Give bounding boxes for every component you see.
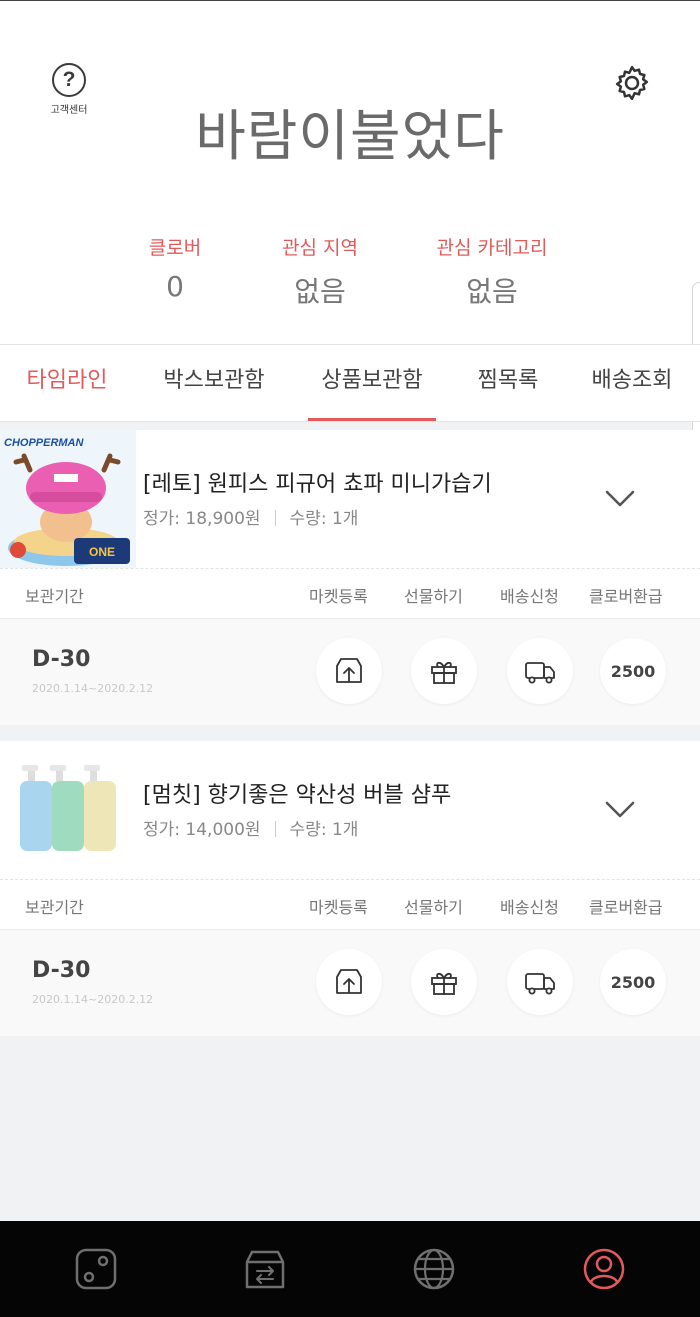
nav-box-exchange[interactable] [243,1247,287,1291]
gift-label: 선물하기 [404,898,463,917]
gift-icon [431,972,457,995]
product-quantity: 수량: 1개 [289,820,359,840]
clover-refund-label: 클로버환급 [589,898,663,917]
truck-icon [525,973,555,995]
interest-category-label: 관심 카테고리 [436,237,548,259]
interest-region-value: 없음 [294,275,346,308]
clover-label: 클로버 [148,237,202,259]
tab-delivery-tracking[interactable]: 배송조회 [582,345,682,422]
nav-globe[interactable] [412,1247,456,1291]
product-card[interactable]: [멈칫] 향기좋은 약산성 버블 샴푸 정가: 14,000원 수량: 1개 [0,741,700,879]
shipping-request-label: 배송신청 [500,898,559,917]
clover-stat: 클로버 0 [125,233,225,303]
tab-wishlist[interactable]: 찜목록 [466,345,550,422]
clover-value: 0 [166,270,184,303]
storage-period-label: 보관기간 [25,898,84,917]
profile-header: ? 고객센터 바람이불었다 클로버 0 관심 지역 없음 관심 카테고리 없음 [0,1,700,344]
meta-divider [274,510,276,526]
d-day-counter: D-30 [32,647,91,672]
storage-tabs: 타임라인 박스보관함 상품보관함 찜목록 배송조회 [0,344,700,422]
action-buttons-row: D-30 2020.1.14~2020.2.12 2500 [0,930,700,1036]
tab-product-storage[interactable]: 상품보관함 [308,345,436,422]
market-register-label: 마켓등록 [309,898,368,917]
product-name: [멈칫] 향기좋은 약산성 버블 샴푸 [143,783,452,808]
gift-button[interactable] [411,638,477,704]
product-thumbnail: ONE CHOPPERMAN [0,430,136,568]
refund-amount: 2500 [610,661,656,681]
product-card[interactable]: ONE CHOPPERMAN [레토] 원피스 피규어 쵸파 미니가습기 정가:… [0,430,700,568]
user-nickname-title: 바람이불었다 [195,104,505,168]
shop-upload-icon [336,658,362,683]
tab-timeline[interactable]: 타임라인 [14,345,120,422]
d-day-counter: D-30 [32,958,91,983]
interest-category-stat[interactable]: 관심 카테고리 없음 [420,233,564,310]
profile-icon [583,1248,625,1290]
chevron-down-icon[interactable] [602,480,638,516]
bottom-navigation [0,1221,700,1317]
box-exchange-icon [245,1250,285,1289]
product-price: 정가: 14,000원 [143,820,261,840]
product-meta: 정가: 18,900원 수량: 1개 [143,504,358,529]
interest-category-value: 없음 [466,275,518,308]
dice-icon [75,1248,117,1290]
nav-dice[interactable] [74,1247,118,1291]
product-thumbnail [0,741,136,879]
interest-region-stat[interactable]: 관심 지역 없음 [260,233,380,310]
clover-refund-label: 클로버환급 [589,587,663,606]
refund-amount: 2500 [610,972,656,992]
clover-refund-button[interactable]: 2500 [600,949,666,1015]
chevron-down-icon[interactable] [602,791,638,827]
product-quantity: 수량: 1개 [289,509,359,529]
shop-upload-icon [336,969,362,994]
gift-label: 선물하기 [404,587,463,606]
active-tab-indicator [308,418,436,421]
gift-button[interactable] [411,949,477,1015]
shipping-request-button[interactable] [507,638,573,704]
shipping-request-button[interactable] [507,949,573,1015]
meta-divider [274,821,276,837]
product-price: 정가: 18,900원 [143,509,261,529]
svg-text:ONE: ONE [89,545,115,559]
truck-icon [525,662,555,684]
action-labels-row: 보관기간 마켓등록 선물하기 배송신청 클로버환급 [0,568,700,619]
market-register-button[interactable] [316,949,382,1015]
interest-region-label: 관심 지역 [282,237,358,259]
storage-period-dates: 2020.1.14~2020.2.12 [32,993,154,1006]
action-labels-row: 보관기간 마켓등록 선물하기 배송신청 클로버환급 [0,879,700,930]
shipping-request-label: 배송신청 [500,587,559,606]
action-buttons-row: D-30 2020.1.14~2020.2.12 2500 [0,619,700,725]
choppermann-logo-text: CHOPPERMAN [4,437,85,449]
nav-my-profile[interactable] [582,1247,626,1291]
market-register-button[interactable] [316,638,382,704]
storage-period-dates: 2020.1.14~2020.2.12 [32,682,154,695]
product-meta: 정가: 14,000원 수량: 1개 [143,815,358,840]
tab-box-storage[interactable]: 박스보관함 [152,345,276,422]
market-register-label: 마켓등록 [309,587,368,606]
gift-icon [431,661,457,684]
storage-period-label: 보관기간 [25,587,84,606]
clover-refund-button[interactable]: 2500 [600,638,666,704]
globe-icon [413,1248,455,1290]
product-name: [레토] 원피스 피규어 쵸파 미니가습기 [143,472,492,497]
